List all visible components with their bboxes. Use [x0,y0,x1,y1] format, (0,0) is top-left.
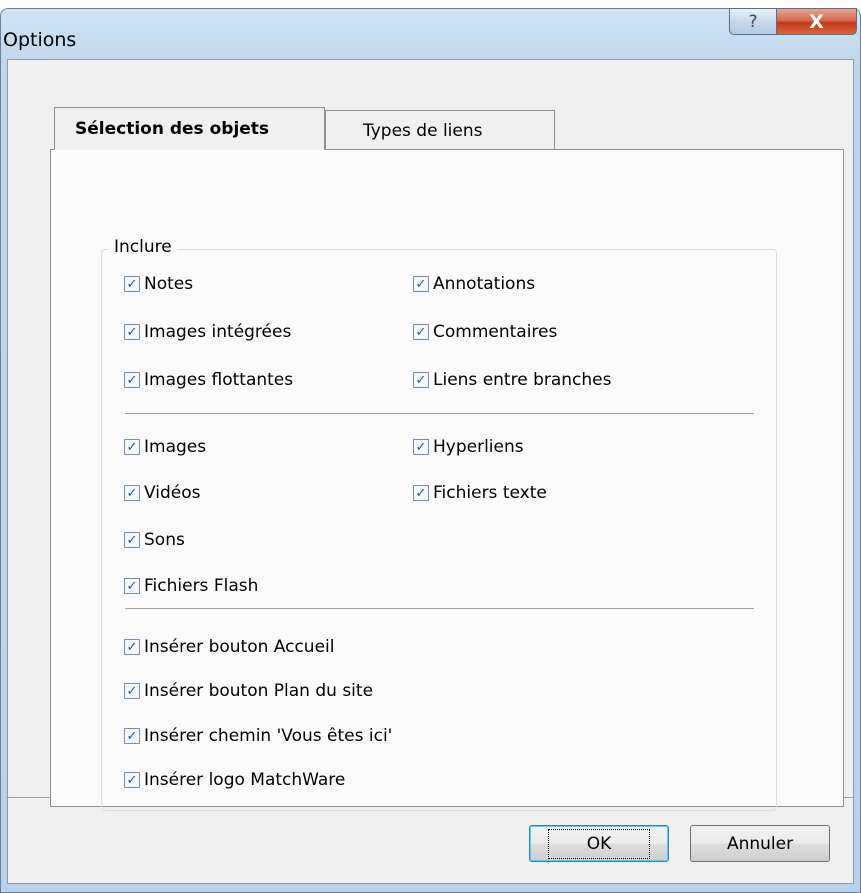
check-icon: ✓ [124,439,140,455]
checkbox-inserer-chemin-vous-etes-ici[interactable]: ✓ Insérer chemin 'Vous êtes ici' [124,726,392,746]
checkbox-label: Images [144,437,207,457]
checkbox-label: Insérer chemin 'Vous êtes ici' [144,726,393,746]
checkbox-fichiers-flash[interactable]: ✓ Fichiers Flash [124,576,258,596]
tab-selection-des-objets[interactable]: Sélection des objets [54,107,325,150]
check-icon: ✓ [124,485,140,501]
dialog-client-area: Sélection des objets Types de liens Incl… [7,59,854,884]
checkbox-label: Insérer logo MatchWare [144,770,346,790]
window-title: Options [3,29,77,51]
check-icon: ✓ [124,772,140,788]
check-icon: ✓ [124,639,140,655]
checkbox-label: Vidéos [144,483,201,503]
checkbox-label: Images flottantes [144,370,294,390]
checkbox-images-flottantes[interactable]: ✓ Images flottantes [124,370,293,390]
checkbox-liens-entre-branches[interactable]: ✓ Liens entre branches [413,370,611,390]
checkbox-label: Sons [144,530,185,550]
check-icon: ✓ [413,372,429,388]
checkbox-label: Commentaires [433,322,558,342]
check-icon: ✓ [413,439,429,455]
cancel-button[interactable]: Annuler [690,825,830,862]
check-icon: ✓ [124,372,140,388]
checkbox-images-integrees[interactable]: ✓ Images intégrées [124,322,291,342]
close-icon: X [809,10,824,33]
ok-button[interactable]: OK [529,825,669,862]
check-icon: ✓ [124,683,140,699]
help-icon: ? [748,11,758,32]
checkbox-label: Insérer bouton Accueil [144,637,335,657]
checkbox-label: Fichiers Flash [144,576,259,596]
checkbox-fichiers-texte[interactable]: ✓ Fichiers texte [413,483,547,503]
options-dialog: Options ? X Sélection des objets Types d… [0,8,861,893]
check-icon: ✓ [413,276,429,292]
check-icon: ✓ [124,728,140,744]
checkbox-sons[interactable]: ✓ Sons [124,530,185,550]
checkbox-label: Annotations [433,274,536,294]
check-icon: ✓ [413,324,429,340]
include-group-label: Inclure [109,237,177,257]
checkbox-hyperliens[interactable]: ✓ Hyperliens [413,437,524,457]
checkbox-label: Liens entre branches [433,370,612,390]
help-button[interactable]: ? [729,8,777,35]
checkbox-inserer-logo-matchware[interactable]: ✓ Insérer logo MatchWare [124,770,345,790]
checkbox-label: Images intégrées [144,322,292,342]
checkbox-annotations[interactable]: ✓ Annotations [413,274,535,294]
checkbox-images[interactable]: ✓ Images [124,437,206,457]
check-icon: ✓ [124,324,140,340]
checkbox-notes[interactable]: ✓ Notes [124,274,193,294]
tab-panel: Inclure ✓ Notes ✓ Annotations ✓ Images i… [50,149,844,811]
checkbox-label: Fichiers texte [433,483,547,503]
checkbox-videos[interactable]: ✓ Vidéos [124,483,201,503]
check-icon: ✓ [124,276,140,292]
section-divider [125,413,754,414]
checkbox-inserer-bouton-accueil[interactable]: ✓ Insérer bouton Accueil [124,637,335,657]
cancel-label: Annuler [726,833,794,854]
checkbox-label: Hyperliens [433,437,524,457]
section-divider [125,608,754,609]
checkbox-commentaires[interactable]: ✓ Commentaires [413,322,557,342]
checkbox-label: Notes [144,274,194,294]
check-icon: ✓ [124,578,140,594]
checkbox-label: Insérer bouton Plan du site [144,681,374,701]
check-icon: ✓ [413,485,429,501]
tab-label: Sélection des objets [75,119,270,139]
checkbox-inserer-bouton-plan-du-site[interactable]: ✓ Insérer bouton Plan du site [124,681,373,701]
close-button[interactable]: X [776,8,857,35]
tab-label: Types de liens [363,120,483,141]
tab-types-de-liens[interactable]: Types de liens [325,110,555,150]
check-icon: ✓ [124,532,140,548]
ok-label: OK [547,828,651,859]
